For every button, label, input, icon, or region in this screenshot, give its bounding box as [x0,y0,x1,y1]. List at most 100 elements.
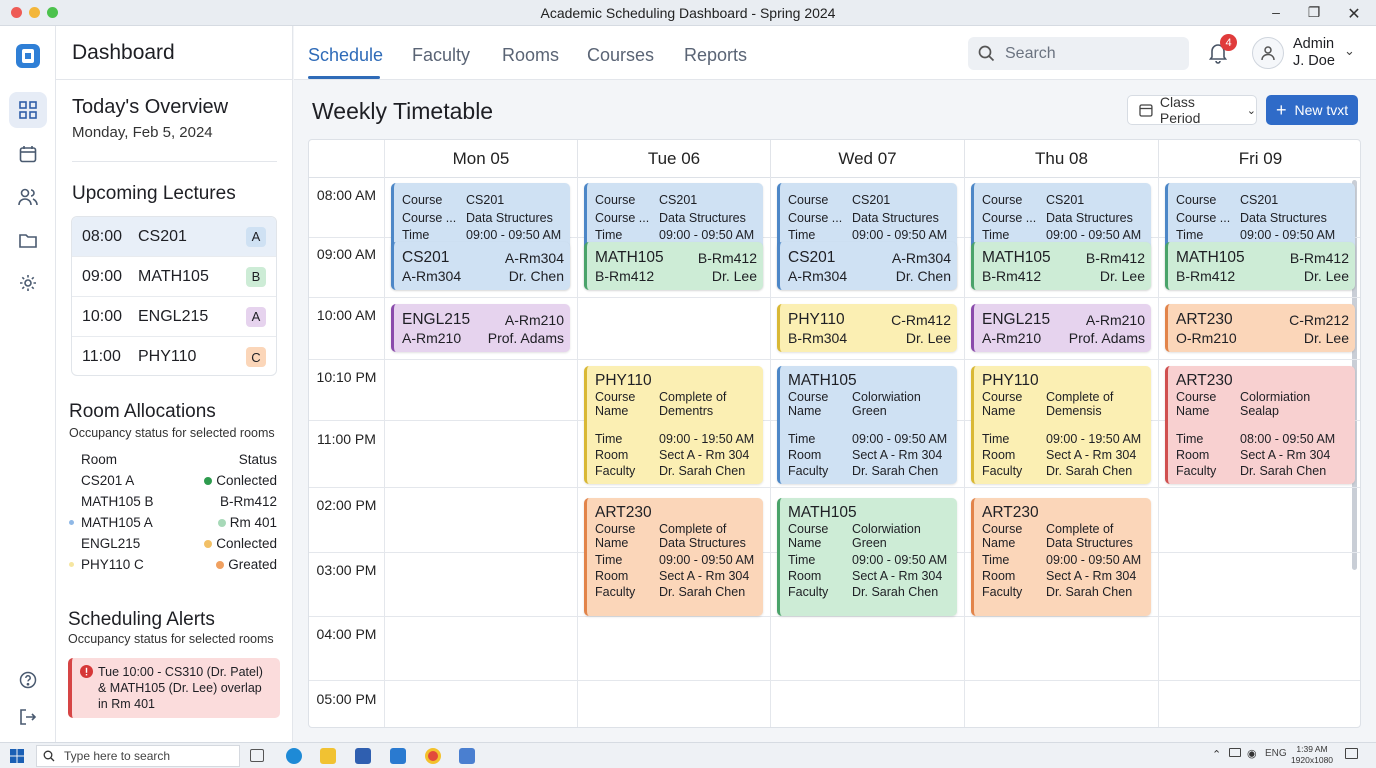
class-card-bottom: B-Rm304 Dr. Lee [788,329,951,347]
detail-row: Course Colorwiation [788,390,951,404]
detail-key: Time [595,432,623,446]
notification-center-icon[interactable] [1345,748,1358,759]
logout-icon[interactable] [9,699,47,735]
store-icon[interactable] [355,748,371,764]
wifi-icon[interactable]: ◉ [1247,747,1257,760]
room-name: PHY110 C [81,557,144,572]
course-detail-card[interactable]: ART230 Course Complete of Name Data Structur… [971,498,1151,616]
class-card[interactable]: MATH105 B-Rm412 B-Rm412 Dr. Lee [971,242,1151,290]
class-card[interactable]: ART230 C-Rm212 O-Rm210 Dr. Lee [1165,304,1355,352]
class-card[interactable]: ENGL215 A-Rm210 A-Rm210 Prof. Adams [971,304,1151,352]
detail-key: Name [982,404,1016,418]
detail-row: Room Sect A - Rm 304 [595,568,757,584]
tray-chevron-icon[interactable]: ⌃ [1212,748,1221,761]
class-card[interactable]: PHY110 C-Rm412 B-Rm304 Dr. Lee [777,304,957,352]
detail-row: Room Sect A - Rm 304 [1176,447,1349,463]
app-pinned-icon[interactable] [459,748,475,764]
lecture-room-badge: B [246,266,266,287]
detail-value: Sect A - Rm 304 [1240,448,1331,462]
close-dot[interactable] [11,7,22,18]
course-code: MATH105 [788,372,857,389]
room-code: C-Rm412 [891,312,951,328]
class-card-top: MATH105 B-Rm412 [1176,249,1349,267]
file-explorer-icon[interactable] [320,748,336,764]
class-card-bottom: O-Rm210 Dr. Lee [1176,329,1349,347]
class-period-dropdown[interactable]: Class Period ⌄ [1127,94,1257,126]
lecture-row[interactable]: 10:00 ENGL215 A [72,297,276,337]
chevron-down-icon[interactable]: ⌄ [1344,43,1355,59]
course-detail-card[interactable]: PHY110 Course Complete of Name Demensis Time 0… [971,366,1151,484]
tab-courses[interactable]: Courses [587,45,654,66]
settings-gear-icon[interactable] [9,265,47,301]
chrome-icon[interactable] [425,748,441,764]
help-icon[interactable] [9,662,47,698]
detail-key: Faculty [982,585,1023,599]
app-logo-icon[interactable] [9,38,47,74]
detail-row: Course Complete of [595,390,757,404]
search-input[interactable]: Search [968,37,1189,70]
course-detail-card[interactable]: ART230 Course Complete of Name Data Structur… [584,498,763,616]
day-header: Tue 06 [577,140,770,177]
course-detail-card[interactable]: MATH105 Course Colorwiation Name Green Time 09… [777,498,957,616]
detail-key: Faculty [788,585,829,599]
course-detail-card[interactable]: MATH105 Course Colorwiation Name Green Time 09… [777,366,957,484]
room-code: C-Rm212 [1289,312,1349,328]
tab-rooms[interactable]: Rooms [502,45,559,66]
course-code: CS201 [788,249,836,266]
detail-row: Course CS201 [402,192,564,210]
class-card[interactable]: MATH105 B-Rm412 B-Rm412 Dr. Lee [1165,242,1355,290]
users-icon[interactable] [9,179,47,215]
tab-schedule[interactable]: Schedule [308,45,383,66]
lecture-row[interactable]: 11:00 PHY110 C [72,337,276,375]
avatar[interactable] [1252,37,1284,69]
task-view-icon[interactable] [250,749,264,762]
room-cell: CS201 A [81,473,134,488]
alert-card[interactable]: Tue 10:00 - CS310 (Dr. Patel) & MATH105 … [68,658,280,718]
zoom-dot[interactable] [47,7,58,18]
status-text: Conlected [216,473,277,488]
detail-row: Faculty Dr. Sarah Chen [1176,463,1349,479]
notifications-bell-icon[interactable]: 4 [1208,34,1237,64]
room-code: A-Rm210 [504,312,564,328]
course-code: ART230 [1176,372,1233,389]
user-name[interactable]: Admin J. Doe [1293,36,1335,70]
taskbar-search[interactable]: Type here to search [36,745,240,767]
upcoming-title: Upcoming Lectures [72,183,236,204]
class-card-top: ENGL215 A-Rm210 [982,311,1145,329]
edge-browser-icon[interactable] [286,748,302,764]
class-card[interactable]: ENGL215 A-Rm210 A-Rm210 Prof. Adams [391,304,570,352]
lang-indicator[interactable]: ENG [1265,748,1287,759]
course-detail-card[interactable]: PHY110 Course Complete of Name Dementrs Time 0… [584,366,763,484]
detail-key: Time [595,553,623,567]
course-detail-card[interactable]: ART230 Course Colormiation Name Sealap Time 08… [1165,366,1355,484]
minimize-dot[interactable] [29,7,40,18]
class-card[interactable]: CS201 A-Rm304 A-Rm304 Dr. Chen [777,242,957,290]
maximize-icon[interactable]: ❐ [1304,4,1324,21]
detail-row: Name Demensis [982,404,1145,418]
tab-reports[interactable]: Reports [684,45,747,66]
chevron-down-icon: ⌄ [1246,104,1256,117]
day-header: Thu 08 [964,140,1158,177]
close-icon[interactable]: ✕ [1344,4,1364,24]
class-card[interactable]: MATH105 B-Rm412 B-Rm412 Dr. Lee [584,242,763,290]
mail-icon[interactable] [390,748,406,764]
calendar-icon[interactable] [9,136,47,172]
detail-value: Dr. Sarah Chen [1046,585,1133,599]
lecture-row[interactable]: 09:00 MATH105 B [72,257,276,297]
lecture-row[interactable]: 08:00 CS201 A [72,217,276,257]
windows-start-icon[interactable] [10,749,24,763]
class-card[interactable]: CS201 A-Rm304 A-Rm304 Dr. Chen [391,242,570,290]
new-event-button[interactable]: + New tvxt [1266,95,1358,125]
folder-icon[interactable] [9,222,47,258]
tab-faculty[interactable]: Faculty [412,45,470,66]
minimize-icon[interactable]: – [1266,4,1286,20]
course-code: MATH105 [982,249,1051,266]
room-code: B-Rm412 [1085,250,1145,266]
day-header: Wed 07 [770,140,964,177]
battery-icon[interactable] [1229,748,1241,757]
clock[interactable]: 1:39 AM 1920x1080 [1290,744,1334,766]
dashboard-grid-icon[interactable] [9,92,47,128]
detail-value: Sect A - Rm 304 [852,448,943,462]
detail-value: 09:00 - 09:50 AM [852,553,948,567]
overview-date: Monday, Feb 5, 2024 [72,124,213,141]
